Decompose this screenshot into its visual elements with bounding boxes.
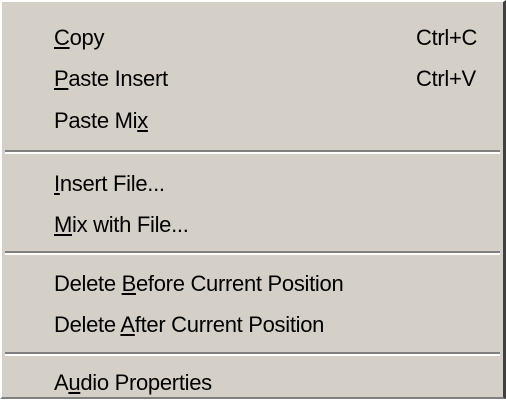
menu-item-label: Paste Mix xyxy=(54,108,148,133)
menu-item-label: Mix with File... xyxy=(54,212,189,237)
menu-item-paste-mix[interactable]: Paste Mix xyxy=(2,101,503,143)
menu-item-label: Delete After Current Position xyxy=(54,312,325,337)
menu-item-paste-insert[interactable]: Paste Insert Ctrl+V xyxy=(2,59,503,101)
context-menu: Copy Ctrl+C Paste Insert Ctrl+V Paste Mi… xyxy=(0,0,506,399)
menu-item-copy[interactable]: Copy Ctrl+C xyxy=(2,18,503,60)
menu-item-label: Copy xyxy=(54,25,105,50)
menu-item-shortcut: Ctrl+C xyxy=(416,25,478,50)
menu-separator xyxy=(5,150,500,154)
menu-item-label: Insert File... xyxy=(54,171,165,196)
menu-item-shortcut: Ctrl+V xyxy=(416,66,476,91)
menu-item-label: Audio Properties xyxy=(54,370,212,395)
menu-item-delete-after[interactable]: Delete After Current Position xyxy=(2,305,503,347)
menu-item-insert-file[interactable]: Insert File... xyxy=(2,164,503,206)
menu-item-label: Paste Insert xyxy=(54,66,168,91)
menu-item-mix-with-file[interactable]: Mix with File... xyxy=(2,205,503,247)
menu-item-delete-before[interactable]: Delete Before Current Position xyxy=(2,264,503,306)
menu-item-label: Delete Before Current Position xyxy=(54,271,344,296)
menu-separator xyxy=(5,251,500,255)
menu-separator xyxy=(5,352,500,356)
